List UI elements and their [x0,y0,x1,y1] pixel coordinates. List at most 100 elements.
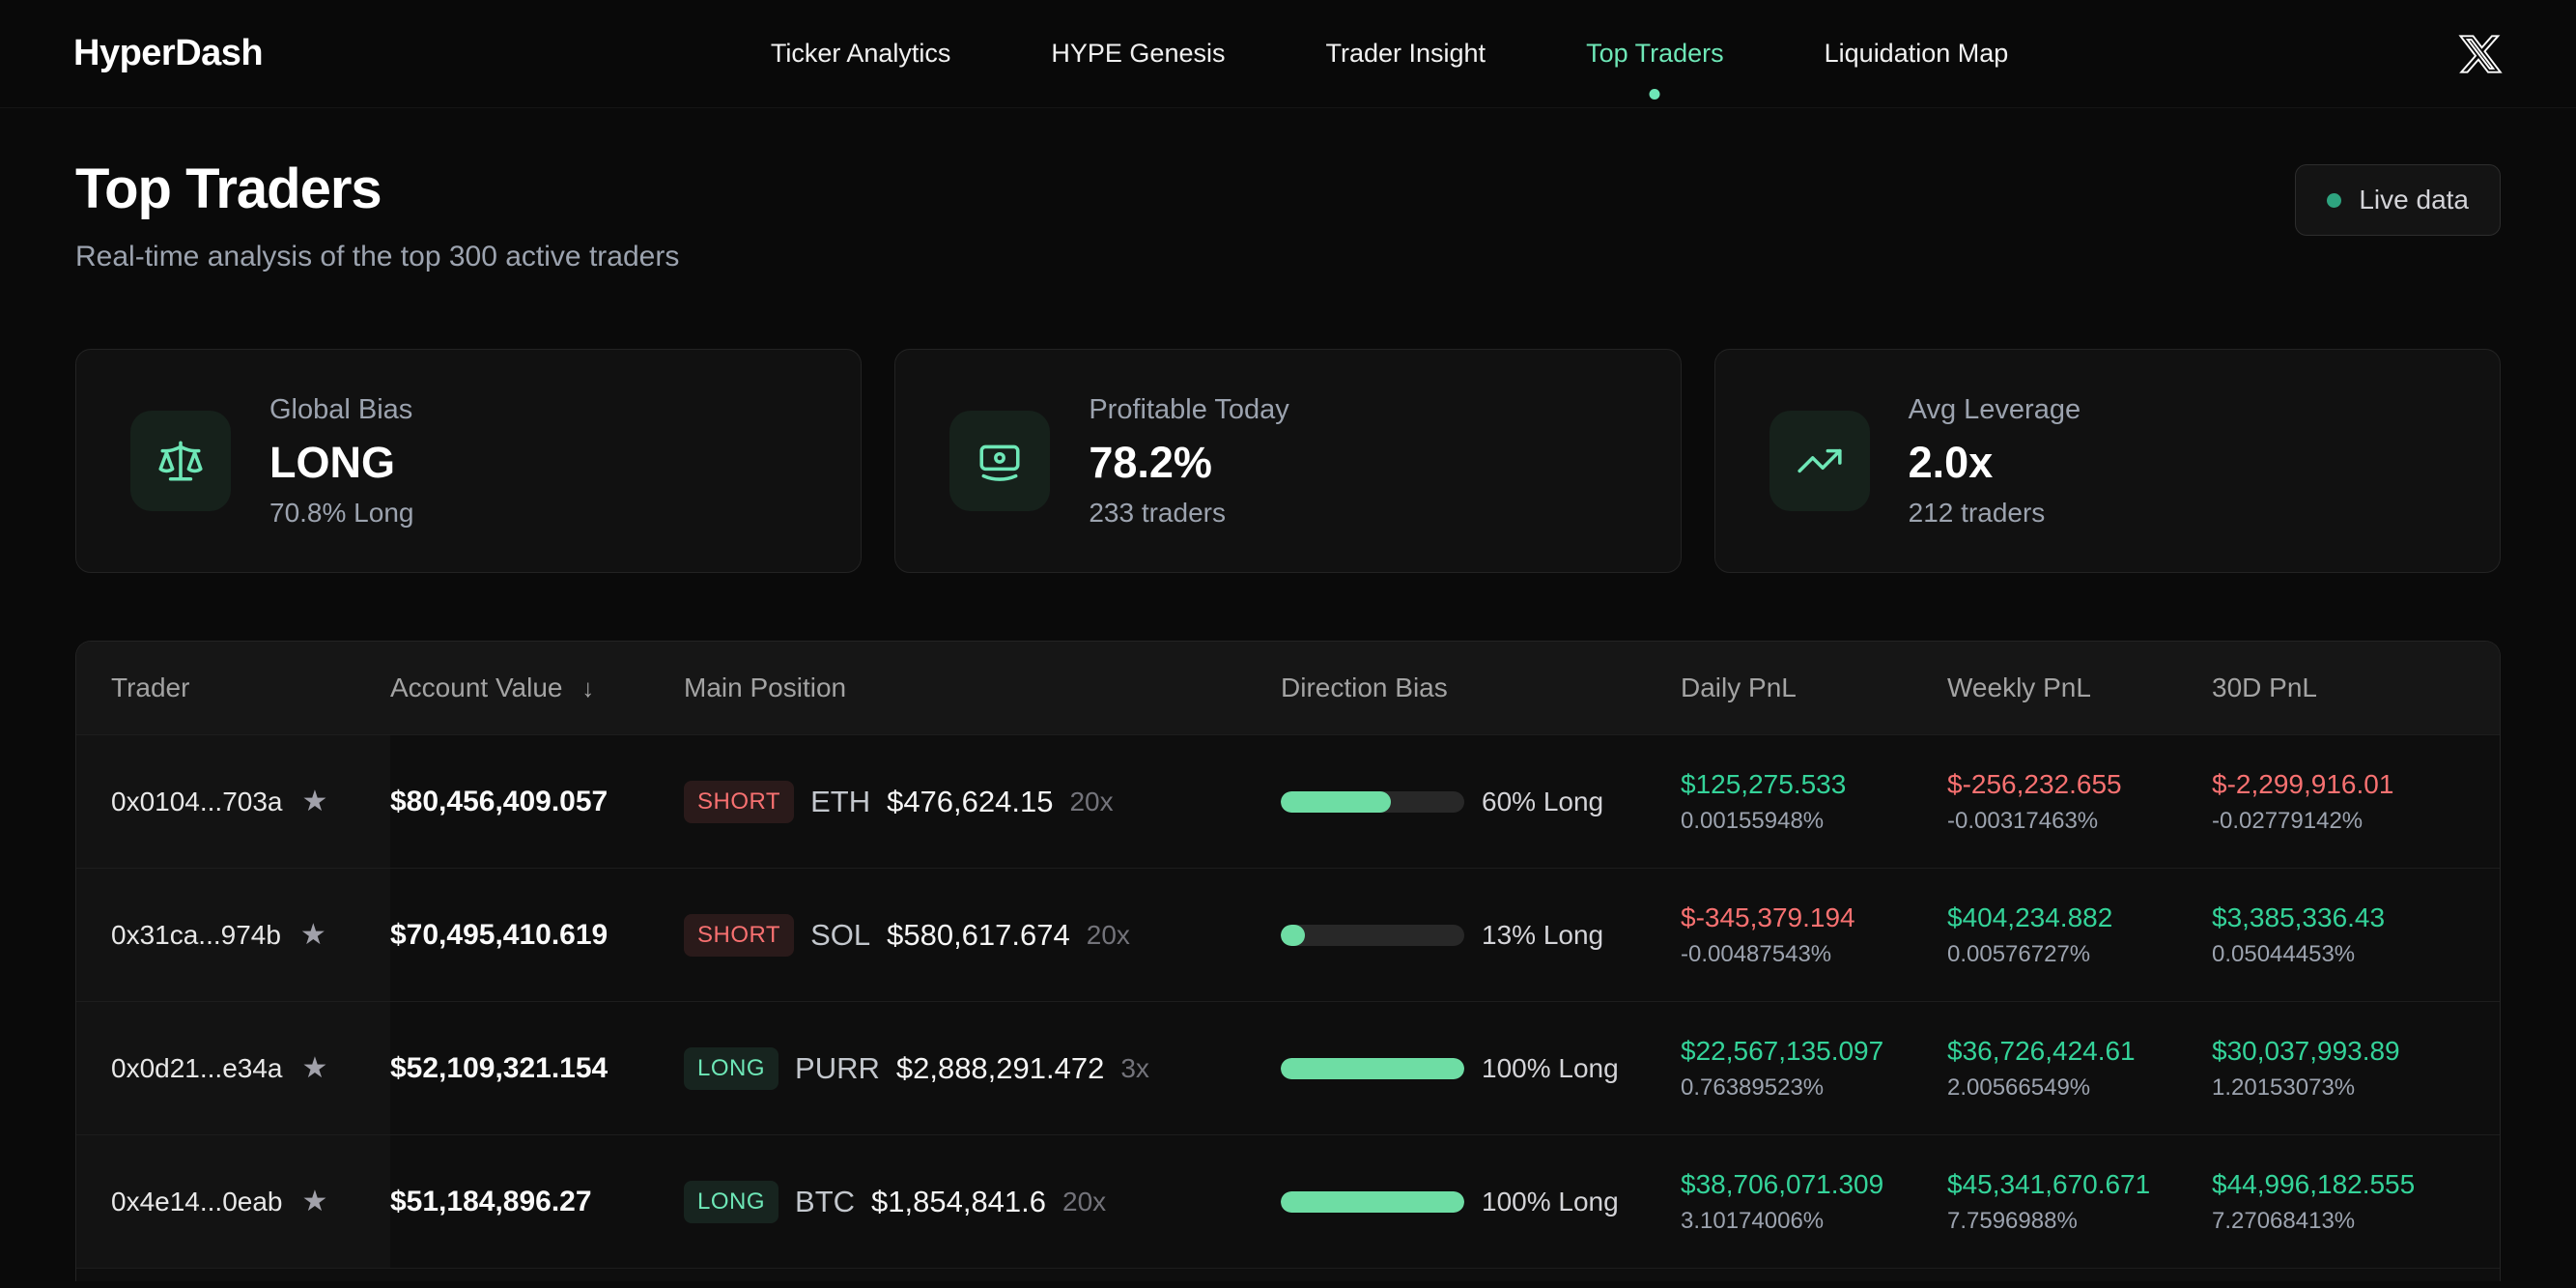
stats-cards: Global Bias LONG 70.8% Long Profitable T… [75,349,2501,573]
monthly-pnl-pct: -0.02779142% [2212,807,2364,834]
weekly-pnl-pct: 2.00566549% [1947,1073,2091,1101]
daily-pnl-cell: $-345,379.194 -0.00487543% [1681,902,1947,968]
page-header: Top Traders Real-time analysis of the to… [75,157,2501,273]
column-header-account-value[interactable]: Account Value ↓ [390,673,684,703]
account-value-cell: $51,184,896.27 [390,1186,684,1218]
account-value-cell: $70,495,410.619 [390,919,684,952]
account-value-cell: $80,456,409.057 [390,786,684,818]
position-coin: BTC [795,1184,856,1218]
column-header-30d-pnl[interactable]: 30D PnL [2212,673,2500,703]
monthly-pnl-value: $3,385,336.43 [2212,902,2386,932]
main-position-cell: LONG BTC $1,854,841.6 20x [684,1180,1281,1223]
trader-address: 0x0104...703a [111,786,283,816]
stat-value: 78.2% [1089,437,1212,487]
stat-value: LONG [269,437,395,487]
stat-card-avg-leverage: Avg Leverage 2.0x 212 traders [1713,349,2501,573]
column-header-direction-bias[interactable]: Direction Bias [1281,673,1681,703]
active-tab-dot-icon [1649,89,1660,100]
daily-pnl-value: $125,275.533 [1681,768,1847,799]
weekly-pnl-value: $404,234.882 [1947,902,2113,932]
page-title-block: Top Traders Real-time analysis of the to… [75,157,679,273]
column-header-weekly-pnl[interactable]: Weekly PnL [1947,673,2212,703]
star-icon[interactable]: ★ [302,1185,328,1218]
banknote-icon [949,411,1051,511]
nav-ticker-analytics[interactable]: Ticker Analytics [771,39,951,69]
daily-pnl-value: $22,567,135.097 [1681,1035,1884,1066]
main-position-cell: LONG PURR $2,888,291.472 3x [684,1046,1281,1090]
position-value: $2,888,291.472 [895,1050,1105,1085]
position-value: $1,854,841.6 [871,1184,1047,1218]
next-row-partial [76,1268,2500,1281]
nav-trader-insight[interactable]: Trader Insight [1325,39,1486,69]
trader-cell: 0x31ca...974b ★ [76,869,390,1001]
monthly-pnl-cell: $-2,299,916.01 -0.02779142% [2212,769,2500,835]
stat-text-block: Global Bias LONG 70.8% Long [269,394,413,529]
monthly-pnl-pct: 7.27068413% [2212,1207,2356,1234]
weekly-pnl-cell: $404,234.882 0.00576727% [1947,902,2212,968]
trader-address: 0x31ca...974b [111,919,281,950]
nav-liquidation-map[interactable]: Liquidation Map [1825,39,2009,69]
star-icon[interactable]: ★ [302,785,328,818]
x-logo-icon[interactable] [2458,32,2503,76]
main-nav: Ticker Analytics HYPE Genesis Trader Ins… [713,39,2009,100]
weekly-pnl-pct: 0.00576727% [1947,940,2091,967]
position-coin: ETH [810,784,871,818]
monthly-pnl-pct: 1.20153073% [2212,1073,2356,1101]
daily-pnl-cell: $22,567,135.097 0.76389523% [1681,1036,1947,1102]
direction-bias-cell: 100% Long [1281,1053,1681,1084]
column-header-daily-pnl[interactable]: Daily PnL [1681,673,1947,703]
scale-icon [130,411,231,511]
trending-up-icon [1769,411,1870,511]
stat-label: Profitable Today [1089,393,1289,425]
bias-bar-fill [1281,1190,1464,1213]
weekly-pnl-pct: 7.7596988% [1947,1207,2078,1234]
trader-cell: 0x4e14...0eab ★ [76,1135,390,1268]
monthly-pnl-pct: 0.05044453% [2212,940,2356,967]
side-badge: SHORT [684,913,795,957]
side-badge: LONG [684,1180,779,1223]
nav-top-traders[interactable]: Top Traders [1586,39,1724,100]
main-position-cell: SHORT ETH $476,624.15 20x [684,780,1281,823]
column-header-trader[interactable]: Trader [76,642,390,734]
daily-pnl-pct: 0.00155948% [1681,807,1825,834]
monthly-pnl-value: $44,996,182.555 [2212,1168,2416,1199]
daily-pnl-cell: $38,706,071.309 3.10174006% [1681,1169,1947,1235]
top-nav: HyperDash Ticker Analytics HYPE Genesis … [0,0,2576,108]
stat-card-global-bias: Global Bias LONG 70.8% Long [75,349,863,573]
trader-address: 0x0d21...e34a [111,1052,283,1083]
nav-hype-genesis[interactable]: HYPE Genesis [1051,39,1225,69]
table-row[interactable]: 0x4e14...0eab ★ $51,184,896.27 LONG BTC … [76,1134,2500,1268]
column-header-main-position[interactable]: Main Position [684,673,1281,703]
page-content: Top Traders Real-time analysis of the to… [0,157,2576,1281]
position-coin: SOL [810,917,871,952]
bias-label: 100% Long [1482,1186,1619,1216]
stat-label: Global Bias [269,393,413,425]
monthly-pnl-cell: $3,385,336.43 0.05044453% [2212,902,2500,968]
weekly-pnl-cell: $-256,232.655 -0.00317463% [1947,769,2212,835]
bias-bar-track [1281,1190,1464,1213]
table-row[interactable]: 0x0d21...e34a ★ $52,109,321.154 LONG PUR… [76,1001,2500,1134]
star-icon[interactable]: ★ [302,1051,328,1085]
stat-text-block: Profitable Today 78.2% 233 traders [1089,394,1288,529]
daily-pnl-cell: $125,275.533 0.00155948% [1681,769,1947,835]
daily-pnl-value: $38,706,071.309 [1681,1168,1884,1199]
star-icon[interactable]: ★ [300,918,326,952]
weekly-pnl-value: $45,341,670.671 [1947,1168,2151,1199]
table-row[interactable]: 0x31ca...974b ★ $70,495,410.619 SHORT SO… [76,868,2500,1001]
account-value: $52,109,321.154 [390,1051,609,1084]
trader-cell: 0x0104...703a ★ [76,735,390,868]
stat-card-profitable-today: Profitable Today 78.2% 233 traders [894,349,1682,573]
daily-pnl-pct: 0.76389523% [1681,1073,1825,1101]
app-logo[interactable]: HyperDash [73,33,264,74]
side-badge: SHORT [684,780,795,823]
trader-cell: 0x0d21...e34a ★ [76,1002,390,1134]
stat-label: Avg Leverage [1908,393,2081,425]
bias-label: 60% Long [1482,786,1604,816]
bias-bar-fill [1281,1057,1464,1079]
page-title: Top Traders [75,157,382,220]
position-value: $476,624.15 [887,784,1054,818]
table-row[interactable]: 0x0104...703a ★ $80,456,409.057 SHORT ET… [76,734,2500,868]
table-body: 0x0104...703a ★ $80,456,409.057 SHORT ET… [76,734,2500,1268]
table-header-row: Trader Account Value ↓ Main Position Dir… [76,642,2500,734]
bias-bar-fill [1281,924,1305,946]
